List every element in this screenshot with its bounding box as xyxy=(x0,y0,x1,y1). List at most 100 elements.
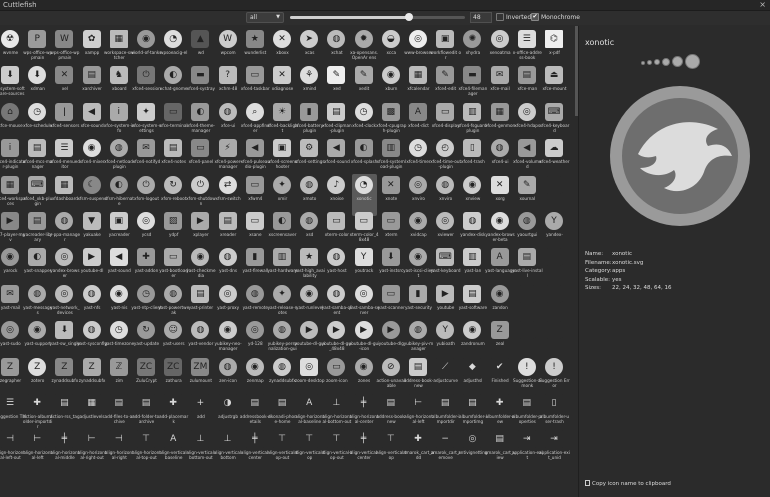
xfwm-icon: ▭ xyxy=(245,175,264,194)
align-vcenter-icon: ╪ xyxy=(245,430,264,449)
ytdl-gui48-icon: ▶ xyxy=(327,321,346,340)
blank-icon xyxy=(517,321,536,340)
suggestion-tm-icon: ☰ xyxy=(1,394,19,412)
yast-keyboard-icon: ⌨ xyxy=(436,248,455,267)
screensaver-icon: ◐ xyxy=(273,212,291,230)
icon-cell[interactable]: ⊢ align-horizontal-right-out xyxy=(78,428,107,470)
mail-icon: ✉ xyxy=(490,66,509,85)
yaourt-icon: ◍ xyxy=(517,212,536,230)
icon-cell[interactable]: ╪ align-horizontal-middle xyxy=(50,428,79,470)
zyn2-icon: Z xyxy=(82,357,101,376)
calendar-icon: ▦ xyxy=(409,66,427,85)
icon-cell[interactable]: ╪ align-vertical-center xyxy=(241,428,270,470)
copy-icon-name-button[interactable]: Copy icon name to clipboard xyxy=(585,480,671,487)
notes-icon: ▤ xyxy=(164,139,183,158)
scalable-value: yes xyxy=(612,276,622,283)
icon-cell[interactable]: Aalign-vertical-baseline xyxy=(159,428,188,470)
icon-cell[interactable]: ⊣align-horizontal-left-out xyxy=(0,428,25,470)
address-new-icon: ▤ xyxy=(381,394,400,412)
icon-label: yast-live-install xyxy=(511,268,543,279)
yast-scanner-icon: ▭ xyxy=(381,284,400,303)
xterm48-icon: ▭ xyxy=(354,212,373,230)
chess-icon: ♞ xyxy=(109,66,128,85)
icon-cell[interactable]: ⊥ align-vertical-bottom xyxy=(214,428,242,470)
mouse-icon: ⌂ xyxy=(1,102,19,121)
align-vtop-out-icon: ⊤ xyxy=(273,430,291,449)
icon-size-spinbox[interactable]: 48 xyxy=(470,12,492,23)
xcca-icon: ◒ xyxy=(381,30,400,48)
align-vtop2-icon: ⊤ xyxy=(381,430,400,449)
genmon-icon: ▦ xyxy=(490,102,509,121)
xonotic-icon xyxy=(672,56,683,67)
iscsi-icon: ◉ xyxy=(409,248,427,267)
tag-icon: ▤ xyxy=(55,394,74,412)
icon-cell[interactable]: ▤ amarok_cart_view xyxy=(485,428,515,470)
add-files-icon: ▤ xyxy=(109,394,128,412)
icon-cell[interactable]: ⊢ align-horizontal-left xyxy=(23,428,52,470)
albumfolder-new-icon: ✚ xyxy=(490,394,509,412)
help-book-icon: ? xyxy=(218,66,237,85)
add-icon: + xyxy=(191,394,210,412)
xenoatma-icon: ◎ xyxy=(490,30,509,48)
icon-cell[interactable]: ⊤ align-vertical-top-out xyxy=(322,428,352,470)
zyn3-icon: ◍ xyxy=(273,357,291,376)
youtube-dl-icon: ▶ xyxy=(82,248,101,267)
cpu-icon: ▩ xyxy=(381,102,400,121)
runlevel-icon: ◉ xyxy=(300,284,319,303)
ppa-icon: ◍ xyxy=(55,212,74,230)
samba-icon: ◍ xyxy=(327,284,346,303)
power-manager-icon: ⚡ xyxy=(218,139,237,158)
download-manager-icon: ⬇ xyxy=(28,66,47,85)
pencil-icon: ✎ xyxy=(354,66,373,85)
release-notes-icon: ✦ xyxy=(273,284,291,303)
support-icon: ◉ xyxy=(28,321,47,340)
icon-cell[interactable]: ⇥ application-exit_unid xyxy=(539,428,570,470)
nis-icon: ◉ xyxy=(109,284,128,303)
icon-cell[interactable]: ◐ xfce4-splash xyxy=(351,137,377,179)
lan-icon: ▥ xyxy=(463,248,482,267)
radiation-icon: ☢ xyxy=(1,30,19,48)
personalization-icon: ◍ xyxy=(273,321,291,340)
search-icon: ⌕ xyxy=(245,102,264,121)
icon-cell[interactable]: ⊤ align-vertical-top xyxy=(376,428,406,470)
align-vtop-icon: ⊤ xyxy=(300,430,319,449)
inverted-checkbox[interactable] xyxy=(496,13,504,21)
window-title: Cuttlefish xyxy=(3,1,37,9)
edit-icon: ✎ xyxy=(327,66,346,85)
nviro2-icon: ◍ xyxy=(436,175,455,194)
xkb-icon: ⌨ xyxy=(28,175,47,194)
close-button[interactable]: × xyxy=(759,0,766,10)
diagnose-icon: ✕ xyxy=(273,66,291,85)
icon-size-slider-handle[interactable] xyxy=(405,13,413,21)
category-filter-select[interactable]: all ▼ xyxy=(246,12,284,23)
category-filter-value: all xyxy=(250,14,258,21)
albumfolder-properties-icon: ▤ xyxy=(517,394,536,412)
xonotic-icon xyxy=(654,59,660,65)
icon-size-slider[interactable] xyxy=(290,13,465,21)
albumfolder-importimg-icon: ▤ xyxy=(463,394,482,412)
placemark-icon: ✚ xyxy=(164,394,183,412)
zim-icon: ℤ xyxy=(109,357,128,376)
icon-cell[interactable]: − amarok_cart_remove xyxy=(431,428,461,470)
icon-cell[interactable]: ⇥ application-exit xyxy=(512,428,543,470)
exit-icon: ⇥ xyxy=(517,430,536,449)
menu-editor-icon: ☰ xyxy=(55,139,74,158)
icon-cell[interactable]: ╪ align-vertical-center xyxy=(350,428,378,470)
icon-cell[interactable]: ⊤ align-vertical-top xyxy=(295,428,325,470)
icon-cell[interactable]: ⊤ align-vertical-top-out xyxy=(267,428,298,470)
icon-cell[interactable]: ⊣ align-horizontal-right xyxy=(105,428,134,470)
monochrome-checkbox[interactable]: ✔ xyxy=(531,13,539,21)
xmir-icon: ✦ xyxy=(273,175,291,194)
icon-cell[interactable]: ⊤ align-horizontal-top-out xyxy=(132,428,161,470)
disc-icon: ◉ xyxy=(381,66,400,85)
letter-w-icon: W xyxy=(55,30,74,48)
icon-label: xournal xyxy=(519,195,536,201)
blank-icon xyxy=(545,321,563,340)
dictionary-icon: A xyxy=(409,102,427,121)
snapper-icon: ◐ xyxy=(28,248,47,267)
icon-cell[interactable]: ◎ antivignetting xyxy=(458,428,488,470)
icon-cell[interactable]: ✚ amarok_cart_add xyxy=(403,428,434,470)
reboot-icon: ↻ xyxy=(164,175,183,194)
pulse-icon: ◀ xyxy=(245,139,264,158)
icon-cell[interactable]: ⊥ align-vertical-bottom-out xyxy=(187,428,215,470)
